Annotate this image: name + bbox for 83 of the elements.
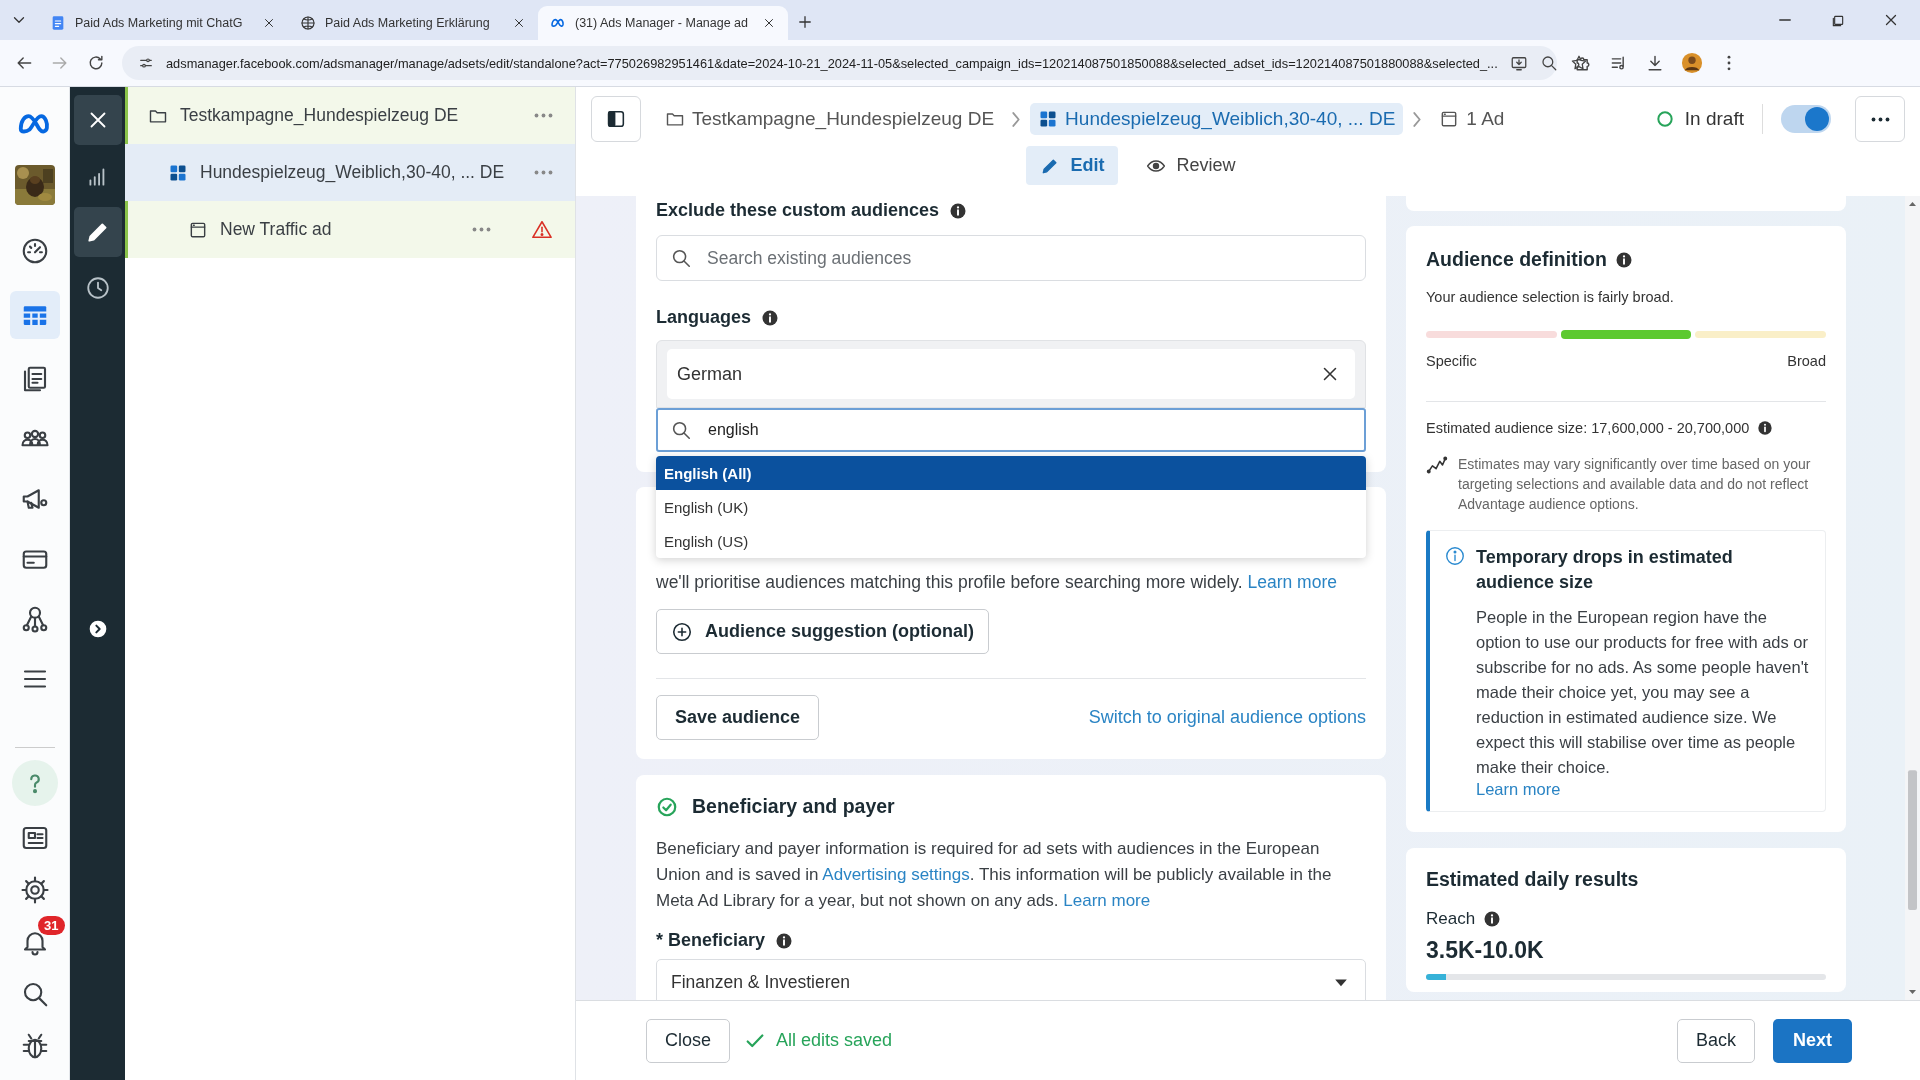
info-icon <box>1444 545 1466 567</box>
profile-avatar[interactable] <box>1681 52 1703 74</box>
section-heading: Beneficiary and payer <box>692 795 895 818</box>
close-icon[interactable] <box>762 16 776 30</box>
info-icon[interactable] <box>761 308 780 327</box>
description-text: Beneficiary and payer information is required for ad sets with audiences in the European Union and is saved in Advertising settings. This information will be publicly available in the Meta Ad Library for a year, but not shown on any ads. Learn more <box>656 838 1333 912</box>
language-search-field[interactable]: english <box>656 408 1366 452</box>
expand-icon[interactable] <box>87 619 108 639</box>
breadcrumb-link[interactable]: Testkampagne_Hundespielzeug DE <box>657 103 1003 135</box>
zoom-icon[interactable] <box>1539 54 1558 72</box>
audience-suggestion-button[interactable]: Audience suggestion (optional) <box>656 609 989 654</box>
dropdown-option[interactable]: English (US) <box>656 524 1366 558</box>
metric-value: 3.5K-10.0K <box>1426 937 1545 964</box>
status-label: In draft <box>1684 108 1744 130</box>
field-label: * Beneficiary <box>656 930 766 951</box>
pencil-icon[interactable] <box>73 207 122 257</box>
info-icon[interactable] <box>775 931 794 950</box>
close-button[interactable]: Close <box>646 1018 731 1063</box>
new-tab-icon[interactable] <box>796 13 814 31</box>
install-icon[interactable] <box>1509 54 1528 72</box>
summary-text: Your audience selection is fairly broad. <box>1426 289 1675 305</box>
document-icon <box>50 15 66 31</box>
inline-link[interactable]: Advertising settings <box>822 865 970 884</box>
back-button[interactable]: Back <box>1676 1018 1755 1063</box>
search-field[interactable]: Search existing audiences <box>656 235 1366 281</box>
language-chip: German <box>667 349 1355 399</box>
card-title: Estimated daily results <box>1426 868 1639 891</box>
view-tab[interactable]: Review <box>1132 146 1250 185</box>
restore-icon[interactable] <box>1830 13 1846 29</box>
saved-status: All edits saved <box>776 1030 893 1051</box>
chevron-right-icon <box>1012 111 1021 127</box>
scale-label: Specific <box>1426 353 1477 369</box>
switch-options-link[interactable]: Switch to original audience options <box>1088 707 1366 728</box>
sidebar-icon <box>605 108 627 130</box>
more-icon <box>1870 116 1890 122</box>
grid-icon <box>1038 109 1059 129</box>
panel-toggle-button[interactable] <box>591 96 641 142</box>
metric-label: Reach <box>1426 909 1476 929</box>
audience-size-text: Estimated audience size: 17,600,000 - 20,700,000 <box>1426 420 1750 436</box>
chevron-right-icon <box>1413 111 1422 127</box>
next-button[interactable]: Next <box>1773 1018 1852 1063</box>
info-icon[interactable] <box>1614 250 1633 269</box>
notice-text: People in the European region have the option to use our products for free with ads or subscribe for no ads. As some people haven't made their choice yet, you may see a reduction in estimated audience size. We expect this will stabilise over time as people make their choice. <box>1476 607 1810 778</box>
close-icon[interactable] <box>512 16 526 30</box>
search-icon <box>670 247 692 269</box>
notice-title: Temporary drops in estimated audience size <box>1476 546 1734 594</box>
search-icon <box>670 419 692 441</box>
help-icon[interactable] <box>11 760 58 806</box>
section-heading: Exclude these custom audiences <box>656 200 940 221</box>
info-icon[interactable] <box>1757 420 1774 436</box>
breadcrumb-link[interactable]: Hundespielzeug_Weiblich,30-40, ... DE <box>1030 103 1404 135</box>
browser-tab[interactable]: Paid Ads Marketing Erklärung <box>288 6 538 40</box>
dropdown-option[interactable]: English (UK) <box>656 490 1366 524</box>
info-icon[interactable] <box>1483 910 1502 928</box>
browser-tab[interactable]: Paid Ads Marketing mit ChatG <box>38 6 288 40</box>
browser-tab[interactable]: (31) Ads Manager - Manage ad <box>538 6 788 40</box>
inline-link[interactable]: Learn more <box>1063 891 1151 910</box>
learn-more-link[interactable]: Learn more <box>1247 572 1337 592</box>
globe-icon <box>300 15 316 31</box>
status-ring-icon <box>1654 109 1675 129</box>
card-title: Audience definition <box>1426 248 1607 271</box>
notification-badge: 31 <box>38 916 65 935</box>
view-tab[interactable]: Edit <box>1026 146 1119 185</box>
bookmark-star-icon[interactable] <box>1569 54 1588 72</box>
tree-item[interactable]: New Traffic ad <box>125 201 575 258</box>
tree-item[interactable]: Testkampagne_Hundespielzeug DE <box>125 87 575 144</box>
scale-label: Broad <box>1787 353 1826 369</box>
learn-more-link[interactable]: Learn more <box>1476 780 1561 798</box>
close-icon[interactable] <box>262 16 276 30</box>
breadcrumb-link[interactable]: 1 Ad <box>1431 103 1513 135</box>
scrollbar[interactable] <box>1905 196 1920 1000</box>
trend-icon <box>1426 454 1448 476</box>
note-text: Estimates may vary significantly over time based on your targeting selections and available data and do not reflect Advantage audience options. <box>1458 455 1812 514</box>
toggle-switch[interactable] <box>1781 105 1831 133</box>
section-heading: Languages <box>656 307 752 328</box>
table-icon[interactable] <box>9 291 60 339</box>
description-text: we'll prioritise audiences matching this profile before searching more widely. Learn more <box>656 571 1338 594</box>
plus-circle-icon <box>671 620 693 643</box>
dropdown-option[interactable]: English (All) <box>656 456 1366 490</box>
close-icon[interactable] <box>73 95 122 145</box>
info-icon[interactable] <box>949 201 968 220</box>
tree-item[interactable]: Hundespielzeug_Weiblich,30-40, ... DE <box>125 144 575 201</box>
save-audience-button[interactable]: Save audience <box>656 695 820 740</box>
